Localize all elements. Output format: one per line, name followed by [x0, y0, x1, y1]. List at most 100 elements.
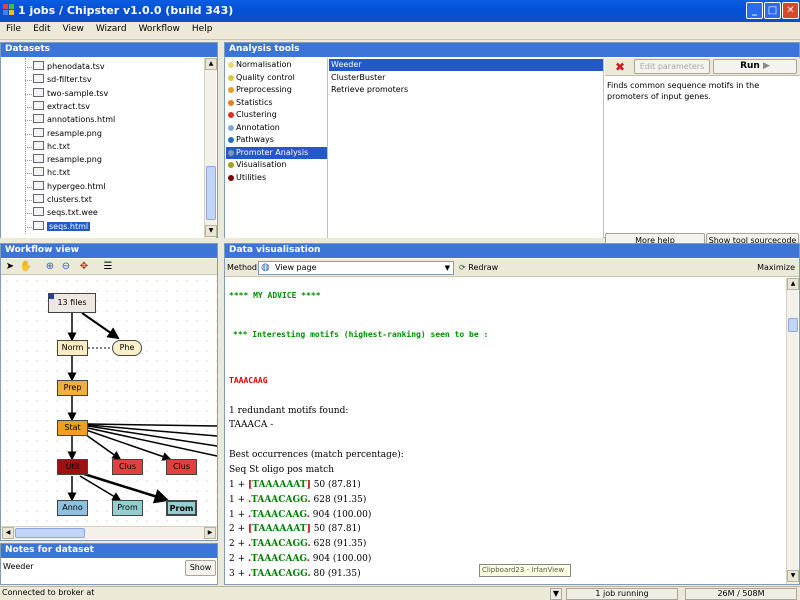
- category-item[interactable]: Normalisation: [226, 59, 327, 71]
- workflow-toolbar: ➤ ✋ ⊕ ⊖ ✥ ☰: [1, 259, 217, 275]
- zoom-in-icon[interactable]: ⊕: [43, 260, 57, 274]
- play-icon: ▶: [762, 61, 770, 71]
- dataset-item[interactable]: hc.txt: [25, 167, 70, 180]
- workflow-node-clus-2[interactable]: Clus: [166, 459, 197, 475]
- show-notes-button[interactable]: Show: [185, 560, 216, 576]
- category-item[interactable]: Promoter Analysis: [226, 146, 327, 159]
- dataset-label: two-sample.tsv: [47, 88, 109, 98]
- scroll-up-icon[interactable]: ▲: [205, 58, 217, 70]
- dataset-item[interactable]: phenodata.tsv: [25, 61, 105, 74]
- workflow-node-files[interactable]: 13 files: [48, 293, 96, 313]
- workflow-canvas[interactable]: 13 files Norm Phe Prep Stat Util Clus Cl…: [2, 276, 217, 526]
- occurrence-suffix: 80 (91.35): [310, 568, 361, 579]
- dataset-item[interactable]: sd-filter.tsv: [25, 74, 92, 87]
- redraw-button[interactable]: ⟳ Redraw: [459, 261, 498, 275]
- hand-icon[interactable]: ✋: [19, 260, 33, 274]
- dataset-item[interactable]: seqs.txt.wee: [25, 207, 98, 220]
- hscroll-thumb[interactable]: [15, 528, 85, 538]
- scroll-up-icon[interactable]: ▲: [787, 278, 799, 290]
- method-select[interactable]: ◍ View page ▼: [258, 261, 454, 275]
- menu-file[interactable]: File: [0, 22, 27, 34]
- menu-view[interactable]: View: [57, 22, 90, 34]
- tool-toolbar: ✖ Edit parameters Run ▶: [605, 58, 800, 76]
- fit-view-icon[interactable]: ✥: [77, 260, 91, 274]
- workflow-hscrollbar[interactable]: ◀ ▶: [1, 526, 217, 539]
- workflow-node-prom-1[interactable]: Prom: [112, 500, 143, 516]
- analysis-tools-panel: Analysis tools Normalisation Quality cont…: [224, 42, 800, 248]
- scroll-down-icon[interactable]: ▼: [205, 225, 217, 237]
- workflow-node-phe[interactable]: Phe: [112, 340, 142, 356]
- node-files-label: 13 files: [57, 298, 87, 307]
- dataset-item[interactable]: hypergeo.html: [25, 180, 105, 194]
- workflow-node-norm[interactable]: Norm: [57, 340, 88, 356]
- menu-edit[interactable]: Edit: [27, 22, 56, 34]
- cancel-icon[interactable]: ✖: [609, 59, 631, 75]
- dataset-item[interactable]: annotations.html: [25, 114, 115, 127]
- dataset-item[interactable]: clusters.txt: [25, 194, 92, 207]
- file-icon: [33, 207, 44, 217]
- occurrence-motif: TAAACAGG: [251, 568, 308, 579]
- datasets-panel: Datasets phenodata.tsv sd-filter.tsv two-s…: [0, 42, 218, 238]
- pointer-icon[interactable]: ➤: [3, 260, 17, 274]
- visualisation-content: **** MY ADVICE **** *** Interesting moti…: [225, 278, 786, 584]
- category-item[interactable]: Annotation: [226, 122, 327, 134]
- scroll-right-icon[interactable]: ▶: [204, 527, 216, 539]
- workflow-node-util[interactable]: Util: [57, 459, 88, 475]
- redraw-icon: ⟳: [459, 263, 466, 272]
- scroll-thumb[interactable]: [206, 166, 216, 220]
- menu-help[interactable]: Help: [186, 22, 219, 34]
- category-item[interactable]: Statistics: [226, 97, 327, 109]
- dataset-item[interactable]: resample.png: [25, 127, 102, 141]
- visualisation-scrollbar[interactable]: ▲ ▼: [786, 278, 799, 584]
- scroll-left-icon[interactable]: ◀: [2, 527, 14, 539]
- category-item[interactable]: Visualisation: [226, 159, 327, 171]
- workflow-node-clus-1[interactable]: Clus: [112, 459, 143, 475]
- category-item[interactable]: Preprocessing: [226, 84, 327, 96]
- category-item[interactable]: Utilities: [226, 172, 327, 184]
- workflow-node-prep[interactable]: Prep: [57, 380, 88, 396]
- occurrence-suffix: 628 (91.35): [310, 494, 367, 505]
- occurrence-motif: TAAACAGG: [251, 494, 308, 505]
- run-button[interactable]: Run ▶: [713, 59, 797, 74]
- maximize-button[interactable]: Maximize: [757, 263, 795, 272]
- file-icon: [33, 61, 44, 70]
- dataset-item[interactable]: seqs.html: [25, 220, 91, 234]
- category-item[interactable]: Pathways: [226, 134, 327, 146]
- edit-parameters-button[interactable]: Edit parameters: [634, 59, 710, 74]
- tooltip: Clipboard23 - IrfanView: [479, 564, 571, 577]
- dataset-item[interactable]: two-sample.tsv: [25, 87, 109, 101]
- notes-header: Notes for dataset: [1, 544, 217, 558]
- category-item[interactable]: Clustering: [226, 109, 327, 121]
- workflow-node-prom-2[interactable]: Prom: [166, 500, 197, 516]
- dataset-label: clusters.txt: [47, 195, 92, 204]
- tool-item[interactable]: Weeder: [329, 59, 603, 71]
- notes-text[interactable]: Weeder: [3, 562, 34, 571]
- dataset-label: seqs.txt.wee: [47, 208, 98, 218]
- occurrence-row: 1 + [TAAAAAAT] 50 (87.81): [229, 480, 361, 490]
- dataset-item[interactable]: extract.tsv: [25, 100, 90, 114]
- datasets-scrollbar[interactable]: ▲ ▼: [204, 58, 217, 238]
- maximize-window-button[interactable]: □: [764, 2, 781, 19]
- job-dropdown-icon[interactable]: ▼: [550, 588, 562, 600]
- menu-workflow[interactable]: Workflow: [133, 22, 186, 34]
- workflow-node-anno[interactable]: Anno: [57, 500, 88, 516]
- category-item[interactable]: Quality control: [226, 72, 327, 84]
- jobs-status[interactable]: 1 job running: [566, 588, 678, 600]
- category-dot-icon: [228, 174, 234, 181]
- menu-wizard[interactable]: Wizard: [90, 22, 133, 34]
- advice-heading: **** MY ADVICE ****: [229, 291, 321, 300]
- node-badge-icon: [49, 294, 54, 299]
- zoom-out-icon[interactable]: ⊖: [59, 260, 73, 274]
- tool-item[interactable]: ClusterBuster: [329, 72, 603, 84]
- minimize-button[interactable]: _: [746, 2, 763, 19]
- workflow-node-stat[interactable]: Stat: [57, 420, 88, 436]
- scroll-down-icon[interactable]: ▼: [787, 570, 799, 582]
- scroll-thumb[interactable]: [788, 318, 798, 332]
- workflow-menu-icon[interactable]: ☰: [101, 260, 115, 274]
- dataset-item[interactable]: hc.txt: [25, 140, 70, 154]
- close-window-button[interactable]: ✕: [782, 2, 799, 19]
- occurrence-suffix: 50 (87.81): [310, 480, 361, 490]
- tool-item[interactable]: Retrieve promoters: [329, 84, 603, 96]
- dataset-item[interactable]: resample.png: [25, 154, 102, 167]
- chevron-down-icon: ▼: [444, 264, 450, 272]
